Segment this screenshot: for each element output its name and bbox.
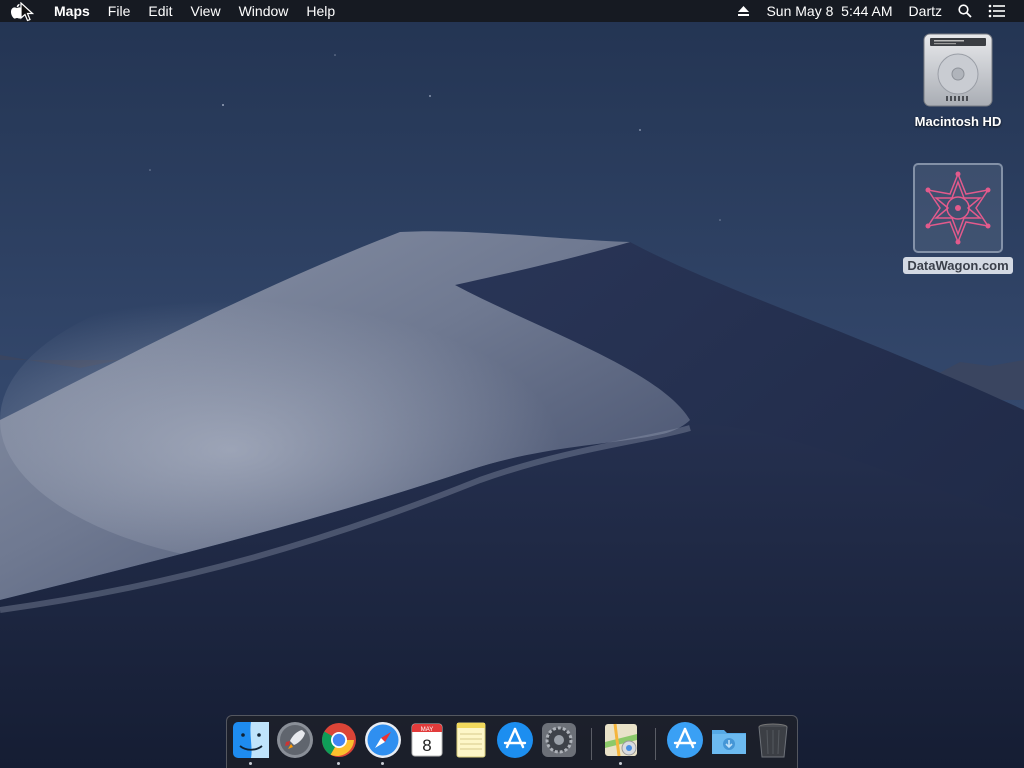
dock-calendar[interactable]: MAY 8 (407, 720, 447, 762)
running-indicator (619, 762, 622, 765)
menu-edit[interactable]: Edit (139, 0, 181, 22)
eject-icon[interactable] (729, 5, 758, 17)
dock-separator (591, 728, 592, 760)
running-indicator (337, 762, 340, 765)
desktop-icon-datawagon[interactable]: DataWagon.com (903, 163, 1013, 274)
calendar-day: 8 (422, 736, 431, 755)
desktop-icon-label: DataWagon.com (903, 257, 1013, 274)
mandala-image-icon (925, 171, 991, 245)
chrome-icon (322, 723, 356, 757)
mouse-cursor-icon (20, 2, 34, 22)
downloads-folder-icon (712, 730, 746, 754)
menu-window[interactable]: Window (230, 0, 298, 22)
dock-chrome[interactable] (319, 720, 359, 765)
menu-file[interactable]: File (99, 0, 140, 22)
dock-system-preferences[interactable] (539, 720, 579, 762)
launchpad-icon (277, 722, 313, 758)
desktop-wallpaper (0, 0, 1024, 768)
safari-icon (365, 722, 401, 758)
menu-bar: Maps File Edit View Window Help Sun May … (0, 0, 1024, 22)
icon-selection-frame (913, 163, 1003, 253)
dock-launchpad[interactable] (275, 720, 315, 762)
dock-maps[interactable] (601, 720, 641, 765)
dock-separator (655, 728, 656, 760)
system-preferences-icon (542, 723, 576, 757)
calendar-month: MAY (421, 727, 434, 733)
notification-center-icon[interactable] (980, 4, 1014, 18)
dock-applications-folder[interactable] (665, 720, 705, 762)
dock-downloads-folder[interactable] (709, 720, 749, 762)
maps-icon (605, 723, 637, 757)
running-indicator (381, 762, 384, 765)
dock-finder[interactable] (231, 720, 271, 765)
menu-clock[interactable]: Sun May 8 5:44 AM (758, 0, 900, 22)
dock-app-store[interactable] (495, 720, 535, 762)
desktop-icon-macintosh-hd[interactable]: Macintosh HD (908, 30, 1008, 129)
menu-app-name[interactable]: Maps (34, 0, 99, 22)
menu-user[interactable]: Dartz (901, 0, 950, 22)
dock: MAY 8 (226, 715, 798, 768)
desktop-icon-label: Macintosh HD (914, 114, 1002, 129)
running-indicator (249, 762, 252, 765)
applications-folder-icon (667, 722, 703, 758)
dock-safari[interactable] (363, 720, 403, 765)
calendar-icon: MAY 8 (411, 723, 443, 757)
dock-trash[interactable] (753, 720, 793, 762)
menu-help[interactable]: Help (297, 0, 344, 22)
menu-view[interactable]: View (181, 0, 229, 22)
finder-icon (233, 722, 269, 758)
trash-icon (758, 723, 788, 758)
notes-icon (456, 722, 486, 758)
app-store-icon (497, 722, 533, 758)
hard-drive-icon (923, 33, 993, 107)
dock-notes[interactable] (451, 720, 491, 762)
spotlight-search-icon[interactable] (950, 4, 980, 18)
